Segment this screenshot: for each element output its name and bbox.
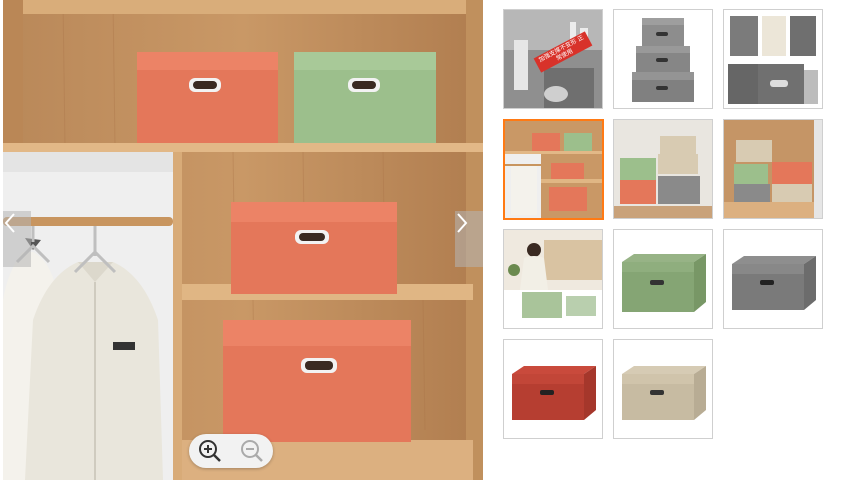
thumbnail-gray-detail[interactable] [723, 9, 823, 109]
zoom-out-button[interactable] [239, 438, 265, 464]
thumbnail-image [614, 120, 712, 218]
thumbnail-image [724, 120, 822, 218]
thumbnail-red-box[interactable] [503, 339, 603, 439]
thumbnail-mixed-stack[interactable] [613, 119, 713, 219]
next-image-button[interactable] [455, 211, 483, 267]
thumbnail-image [504, 230, 602, 328]
thumbnail-woman-bed[interactable] [503, 229, 603, 329]
chevron-left-icon [4, 213, 15, 233]
thumbnail-beige-box[interactable] [613, 339, 713, 439]
thumbnail-bathroom-gray[interactable]: 加强支撑不变形 正常使用 [503, 9, 603, 109]
thumbnail-gray-stack[interactable] [613, 9, 713, 109]
thumbnail-image [614, 230, 712, 328]
thumbnail-image [505, 121, 602, 218]
thumbnail-orange-shelf[interactable] [503, 119, 604, 220]
shelf-scene [3, 0, 483, 480]
zoom-in-icon [199, 440, 221, 462]
zoom-out-icon [241, 440, 263, 462]
zoom-in-button[interactable] [197, 438, 223, 464]
thumbnail-image [614, 10, 712, 108]
thumbnail-green-box[interactable] [613, 229, 713, 329]
thumbnail-image [724, 10, 822, 108]
previous-image-button[interactable] [3, 211, 31, 267]
thumbnail-gray-box[interactable] [723, 229, 823, 329]
thumbnail-image [724, 230, 822, 328]
thumbnail-beige-shelf[interactable] [723, 119, 823, 219]
main-product-image[interactable] [3, 0, 483, 480]
thumbnail-image [614, 340, 712, 438]
thumbnail-image [504, 340, 602, 438]
chevron-right-icon [457, 213, 468, 233]
zoom-controls [189, 434, 273, 468]
